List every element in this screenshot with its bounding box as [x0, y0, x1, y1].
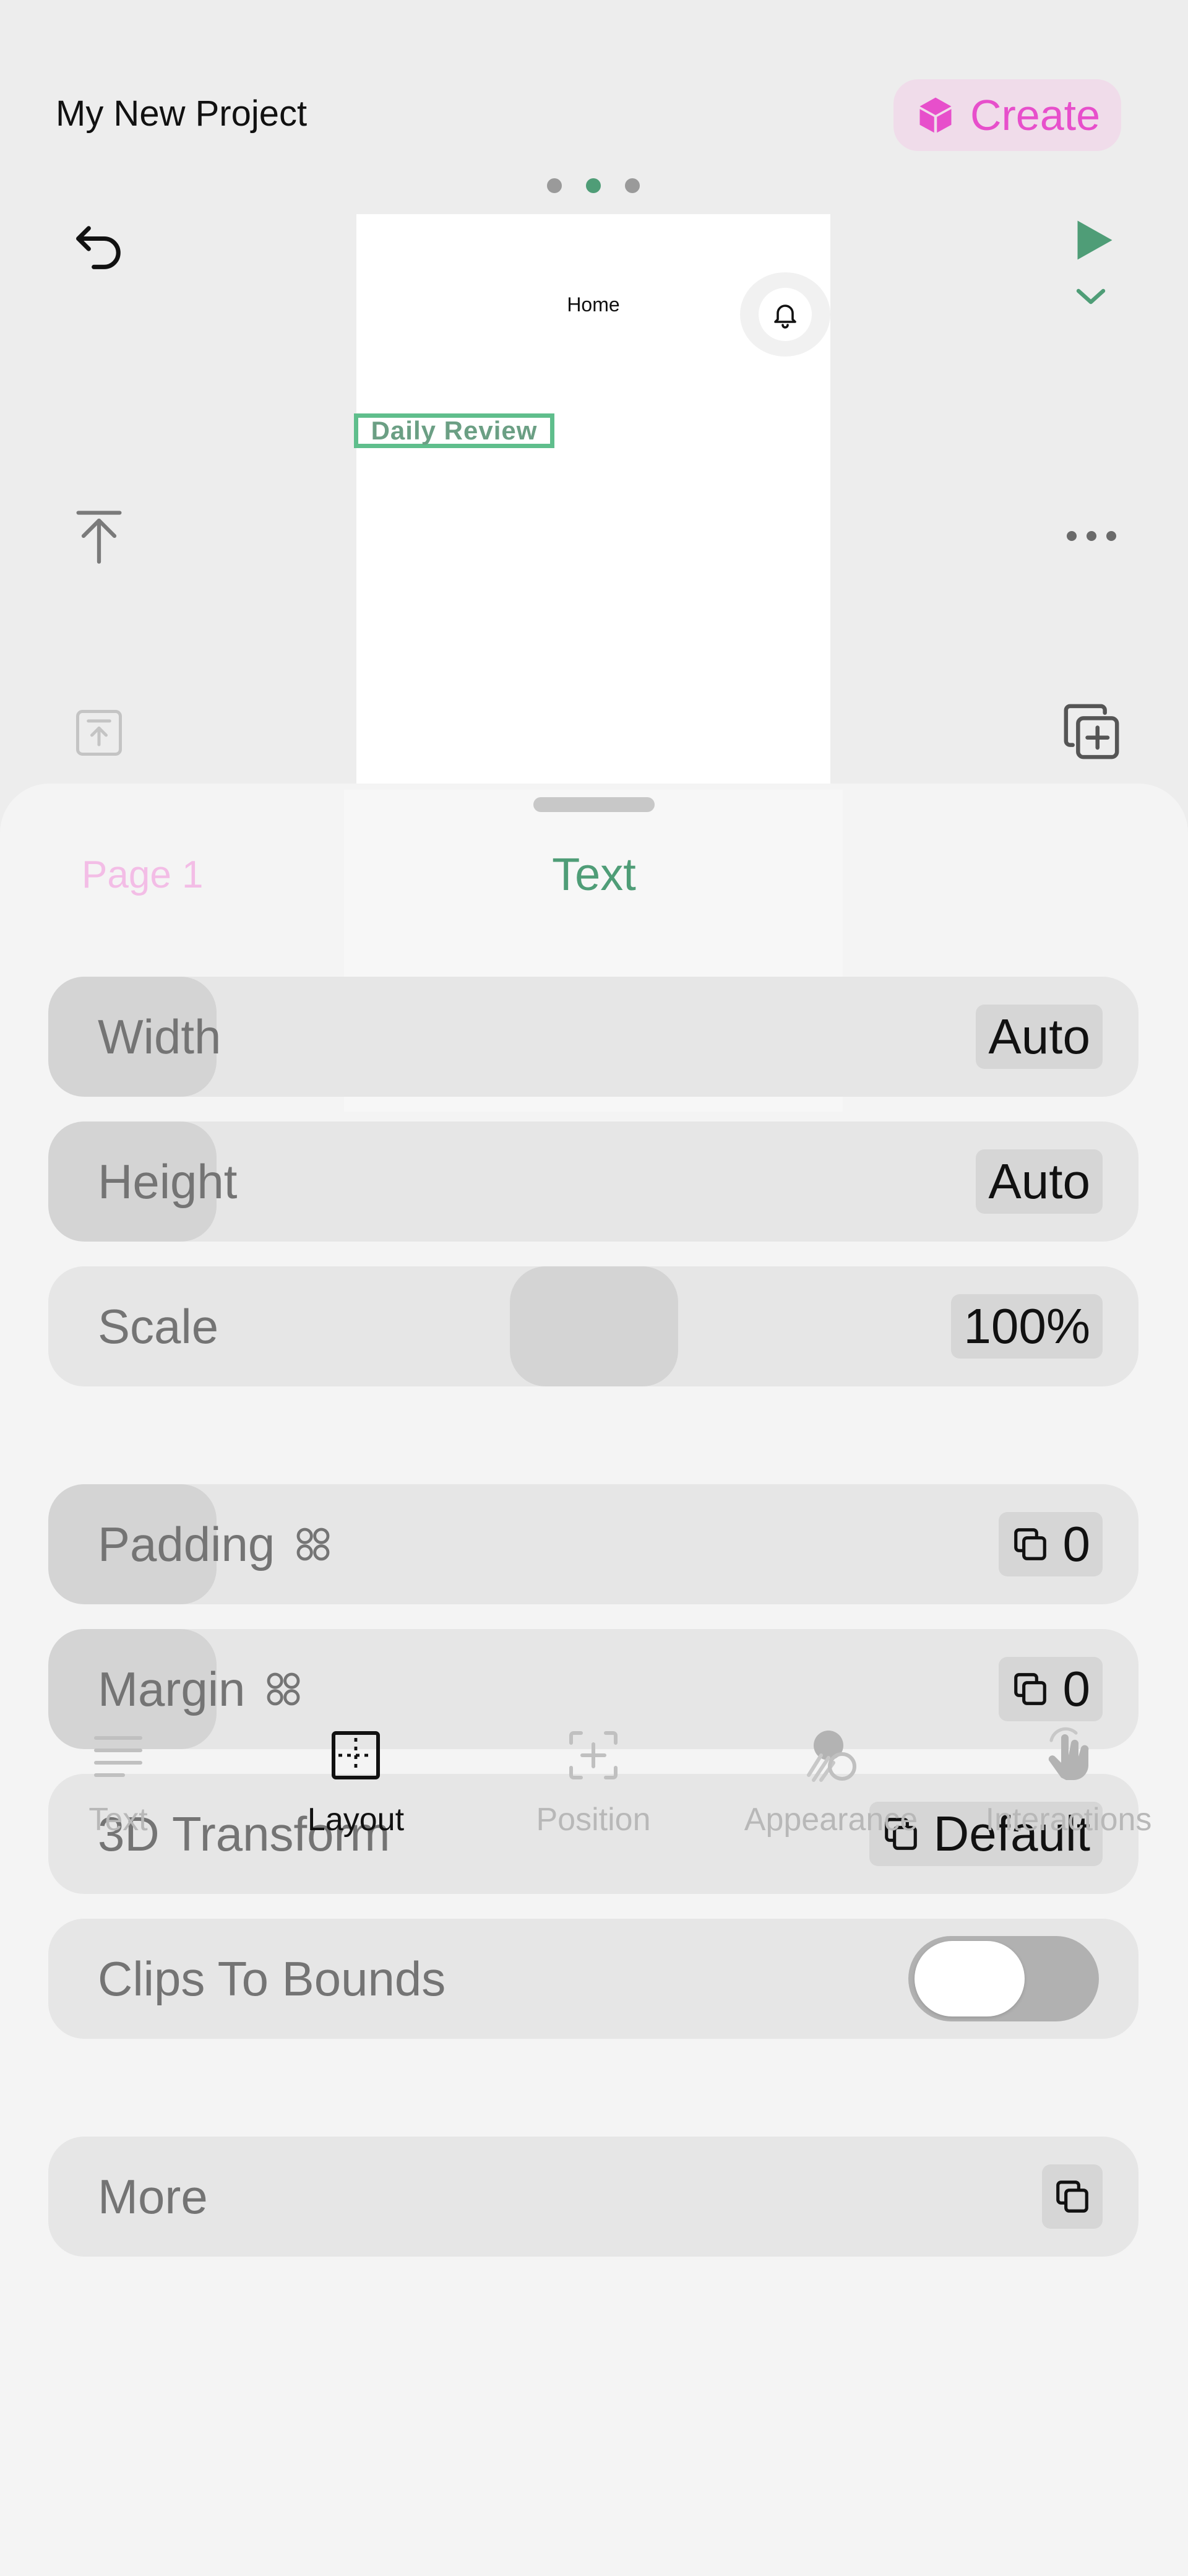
- project-title[interactable]: My New Project: [56, 93, 307, 134]
- position-plus-icon: [569, 1731, 618, 1779]
- tab-interactions-label: Interactions: [985, 1802, 1152, 1838]
- tab-text[interactable]: Text: [16, 1726, 220, 1880]
- tab-text-label: Text: [88, 1802, 148, 1838]
- preview-play-button[interactable]: [1062, 209, 1124, 271]
- scale-slider-knob[interactable]: [510, 1266, 678, 1386]
- inspector-title: Text: [552, 849, 636, 900]
- tab-interactions[interactable]: Interactions: [966, 1726, 1171, 1880]
- scale-row[interactable]: Scale 100%: [48, 1266, 1138, 1386]
- text-lines-icon: [94, 1736, 142, 1777]
- copy-icon: [1014, 1673, 1046, 1705]
- scale-value-text: 100%: [963, 1299, 1090, 1354]
- clips-label: Clips To Bounds: [98, 1951, 446, 2006]
- undo-button[interactable]: [62, 209, 136, 283]
- arrow-to-top-icon: [76, 511, 122, 564]
- create-label: Create: [970, 91, 1101, 139]
- play-icon: [1077, 220, 1113, 260]
- tab-appearance-label: Appearance: [744, 1802, 918, 1838]
- bring-to-front-button[interactable]: [66, 699, 132, 766]
- tab-layout-label: Layout: [307, 1802, 405, 1838]
- width-label: Width: [98, 1009, 222, 1064]
- padding-label: Padding: [98, 1516, 275, 1571]
- tab-layout[interactable]: Layout: [254, 1726, 458, 1880]
- padding-value[interactable]: 0: [998, 1512, 1103, 1576]
- scale-label: Scale: [98, 1299, 219, 1354]
- height-label: Height: [98, 1154, 238, 1209]
- copy-icon: [1014, 1528, 1046, 1560]
- appearance-icon: [807, 1731, 856, 1782]
- cube-icon: [919, 97, 952, 133]
- more-label: More: [98, 2169, 208, 2224]
- toggle-thumb: [915, 1941, 1025, 2016]
- bring-forward-icon: [76, 710, 122, 756]
- width-row[interactable]: Width Auto: [48, 977, 1138, 1097]
- canvas-preview[interactable]: Home Daily Review: [354, 214, 830, 784]
- four-sides-icon[interactable]: [264, 1669, 303, 1709]
- more-options-button[interactable]: [1058, 511, 1125, 561]
- canvas-notification-button[interactable]: [740, 272, 830, 357]
- chevron-down-icon: [1076, 288, 1106, 305]
- width-value[interactable]: Auto: [976, 1005, 1103, 1069]
- clips-to-bounds-toggle[interactable]: [908, 1936, 1099, 2021]
- move-to-top-button[interactable]: [62, 499, 136, 573]
- margin-value[interactable]: 0: [998, 1657, 1103, 1721]
- page-dot-3[interactable]: [625, 178, 640, 193]
- height-value[interactable]: Auto: [976, 1149, 1103, 1214]
- padding-value-text: 0: [1062, 1516, 1091, 1571]
- inspector-sheet: Page 1 Text Width Auto Height Auto Scale…: [0, 784, 1188, 2576]
- tab-position[interactable]: Position: [491, 1726, 695, 1880]
- copy-icon: [1056, 2181, 1088, 2213]
- selected-text-element[interactable]: Daily Review: [354, 413, 554, 448]
- preview-options-button[interactable]: [1069, 279, 1113, 316]
- margin-value-text: 0: [1062, 1661, 1091, 1716]
- duplicate-plus-icon: [1064, 704, 1119, 759]
- ellipsis-icon: [1067, 531, 1116, 541]
- clips-row: Clips To Bounds: [48, 1919, 1138, 2039]
- width-value-text: Auto: [988, 1009, 1090, 1064]
- undo-icon: [76, 226, 121, 269]
- page-dot-1[interactable]: [547, 178, 562, 193]
- tab-appearance[interactable]: Appearance: [729, 1726, 933, 1880]
- height-row[interactable]: Height Auto: [48, 1122, 1138, 1242]
- tab-position-label: Position: [536, 1802, 651, 1838]
- bell-icon: [774, 305, 796, 329]
- sheet-grabber[interactable]: [533, 797, 655, 812]
- create-button[interactable]: Create: [893, 79, 1121, 151]
- height-value-text: Auto: [988, 1154, 1090, 1209]
- page-dot-2[interactable]: [586, 178, 601, 193]
- padding-row[interactable]: Padding 0: [48, 1484, 1138, 1604]
- layout-grid-icon: [332, 1731, 380, 1779]
- margin-label: Margin: [98, 1661, 246, 1716]
- more-value[interactable]: [1042, 2164, 1103, 2229]
- touch-hand-icon: [1048, 1727, 1089, 1780]
- four-sides-icon[interactable]: [293, 1524, 333, 1564]
- scale-value[interactable]: 100%: [951, 1294, 1103, 1359]
- more-row[interactable]: More: [48, 2137, 1138, 2257]
- duplicate-button[interactable]: [1056, 696, 1127, 767]
